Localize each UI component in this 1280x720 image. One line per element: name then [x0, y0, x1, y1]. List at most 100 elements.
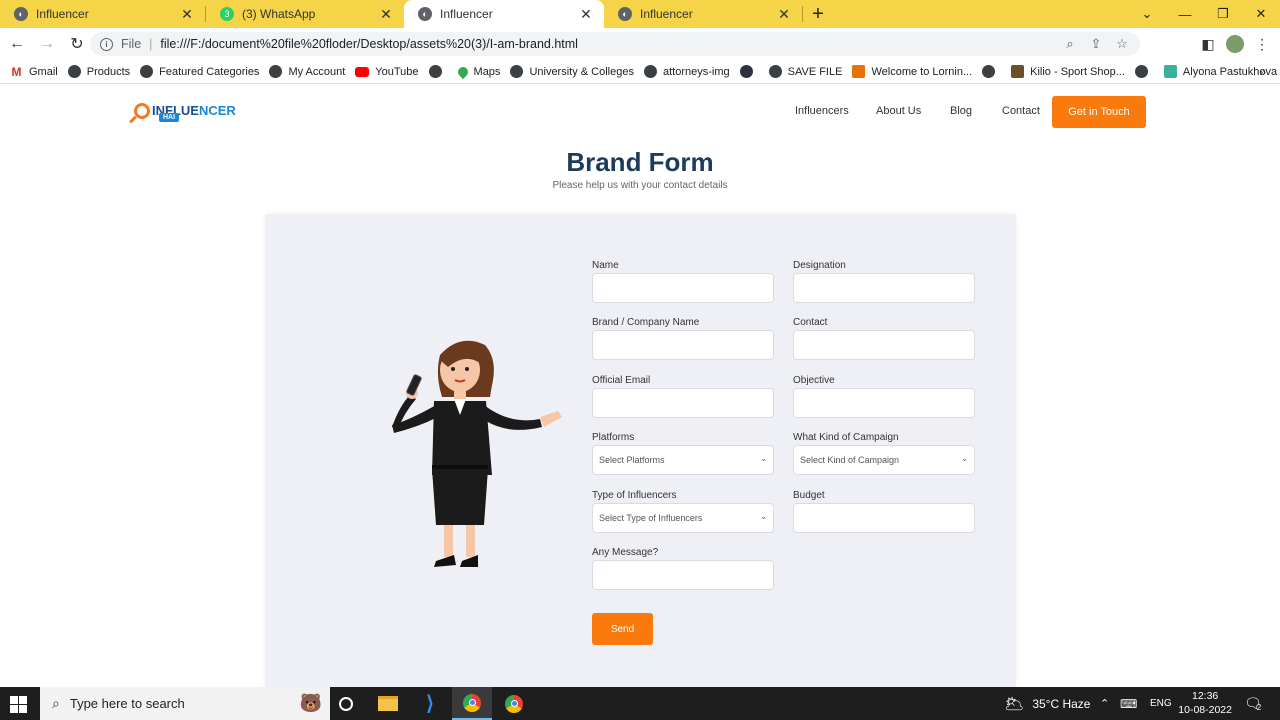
- globe-icon: [140, 65, 154, 78]
- notification-icon[interactable]: 🗨 2: [1244, 687, 1262, 720]
- businesswoman-illustration: [392, 340, 562, 567]
- bookmark-globe[interactable]: [428, 65, 448, 78]
- menu-icon[interactable]: ⋮: [1249, 28, 1275, 60]
- search-highlight-icon: 🐻: [299, 693, 322, 713]
- globe-icon: [269, 65, 283, 78]
- vscode-icon[interactable]: ⟩: [410, 687, 450, 720]
- bookmark-star-icon[interactable]: ☆: [1112, 32, 1132, 56]
- bookmark-label: Maps: [473, 65, 501, 78]
- budget-input[interactable]: [793, 503, 975, 533]
- bookmark-attorneys[interactable]: attorneys-img: [643, 65, 730, 78]
- weather-widget[interactable]: 🌥 35°C Haze: [1004, 687, 1090, 720]
- gmail-icon: M: [10, 64, 23, 79]
- chrome-profile-icon[interactable]: [494, 687, 534, 720]
- tray-overflow-icon[interactable]: ⌃: [1100, 687, 1109, 720]
- logo-text-b: NCER: [198, 103, 236, 118]
- tab-influencer-1[interactable]: ◐ Influencer ✕: [0, 0, 205, 28]
- bookmark-label: SAVE FILE: [787, 65, 843, 78]
- globe-icon: [643, 65, 657, 78]
- influencer-type-selected: Select Type of Influencers: [599, 513, 703, 523]
- bookmark-label: My Account: [288, 65, 346, 78]
- language-indicator[interactable]: ENG: [1150, 687, 1172, 720]
- designation-input[interactable]: [793, 273, 975, 303]
- site-icon: [1011, 65, 1025, 78]
- page-title: Brand Form: [566, 147, 714, 177]
- taskbar-search[interactable]: ⌕ Type here to search 🐻: [40, 687, 330, 720]
- info-icon[interactable]: i: [100, 37, 113, 51]
- tab-search-icon[interactable]: ⌄: [1128, 0, 1166, 28]
- restore-button[interactable]: ❐: [1204, 0, 1242, 28]
- close-icon[interactable]: ✕: [378, 6, 394, 23]
- nav-influencers[interactable]: Influencers: [795, 105, 849, 117]
- profile-avatar[interactable]: [1222, 28, 1248, 60]
- site-icon: [1163, 65, 1177, 78]
- bookmark-save-file[interactable]: SAVE FILE: [768, 65, 843, 78]
- name-input[interactable]: [592, 273, 774, 303]
- chrome-icon[interactable]: [452, 687, 492, 720]
- tab-influencer-3[interactable]: ◐ Influencer ✕: [604, 0, 802, 28]
- tab-title: Influencer: [440, 7, 493, 21]
- share-icon[interactable]: ⇪: [1086, 32, 1106, 56]
- url-text[interactable]: file:///F:/document%20file%20floder/Desk…: [160, 37, 578, 51]
- close-icon[interactable]: ✕: [776, 6, 792, 23]
- message-input[interactable]: [592, 560, 774, 590]
- bookmark-globe-2[interactable]: [982, 65, 1001, 78]
- bookmark-products[interactable]: Products: [67, 65, 130, 78]
- bookmark-app[interactable]: [739, 65, 759, 78]
- globe-icon: ◐: [618, 7, 632, 21]
- platforms-label: Platforms: [592, 432, 635, 443]
- bookmarks-overflow-icon[interactable]: »: [1259, 65, 1266, 79]
- globe-icon: [1134, 65, 1148, 78]
- contact-input[interactable]: [793, 330, 975, 360]
- zoom-icon[interactable]: ⌕: [1060, 32, 1080, 56]
- close-window-button[interactable]: ✕: [1242, 0, 1280, 28]
- sidebar-icon[interactable]: ◧: [1195, 28, 1221, 60]
- weather-text: 35°C Haze: [1032, 696, 1091, 711]
- globe-icon: [67, 65, 81, 78]
- web-page: INFLUENCER HAI Influencers About Us Blog…: [0, 85, 1280, 687]
- page-subtitle: Please help us with your contact details: [552, 180, 728, 191]
- get-in-touch-button[interactable]: Get in Touch: [1052, 96, 1146, 128]
- bookmark-kilio[interactable]: Kilio - Sport Shop...: [1011, 65, 1125, 78]
- clock[interactable]: 12:36 10-08-2022: [1178, 689, 1232, 717]
- close-icon[interactable]: ✕: [578, 6, 594, 23]
- site-logo[interactable]: INFLUENCER HAI: [134, 102, 236, 122]
- email-input[interactable]: [592, 388, 774, 418]
- objective-input[interactable]: [793, 388, 975, 418]
- objective-label: Objective: [793, 375, 835, 386]
- company-input[interactable]: [592, 330, 774, 360]
- campaign-selected: Select Kind of Campaign: [800, 455, 900, 465]
- tab-title: (3) WhatsApp: [242, 7, 316, 21]
- campaign-select[interactable]: Select Kind of Campaign ⌄: [793, 445, 975, 475]
- back-icon[interactable]: ←: [4, 31, 30, 57]
- bookmark-youtube[interactable]: YouTube: [355, 66, 419, 78]
- close-icon[interactable]: ✕: [179, 6, 195, 23]
- file-explorer-icon[interactable]: [368, 687, 408, 720]
- tab-whatsapp[interactable]: 3 (3) WhatsApp ✕: [206, 0, 404, 28]
- bookmark-maps[interactable]: Maps: [455, 64, 501, 79]
- new-tab-button[interactable]: +: [803, 0, 833, 28]
- windows-start-icon[interactable]: [10, 696, 27, 713]
- keyboard-icon[interactable]: ⌨: [1120, 687, 1137, 720]
- name-label: Name: [592, 260, 619, 271]
- nav-contact[interactable]: Contact: [1002, 105, 1040, 117]
- forward-icon[interactable]: →: [34, 31, 60, 57]
- address-bar[interactable]: i File | file:///F:/document%20file%20fl…: [90, 32, 1140, 56]
- cortana-icon[interactable]: [326, 687, 366, 720]
- reload-icon[interactable]: ↻: [64, 31, 90, 57]
- bookmark-globe-3[interactable]: [1134, 65, 1154, 78]
- tab-influencer-active[interactable]: ◐ Influencer ✕: [404, 0, 604, 28]
- minimize-button[interactable]: —: [1166, 0, 1204, 28]
- platforms-select[interactable]: Select Platforms ⌄: [592, 445, 774, 475]
- bookmark-featured-categories[interactable]: Featured Categories: [140, 65, 259, 78]
- send-button[interactable]: Send: [592, 613, 653, 645]
- bookmark-gmail[interactable]: M Gmail: [10, 64, 58, 79]
- bookmark-lornin[interactable]: Welcome to Lornin...: [852, 65, 972, 78]
- nav-about-us[interactable]: About Us: [876, 105, 921, 117]
- influencer-type-select[interactable]: Select Type of Influencers ⌄: [592, 503, 774, 533]
- nav-blog[interactable]: Blog: [950, 105, 972, 117]
- bookmark-university[interactable]: University & Colleges: [510, 65, 634, 78]
- bookmark-my-account[interactable]: My Account: [269, 65, 345, 78]
- globe-icon: [510, 65, 524, 78]
- globe-icon: [982, 65, 996, 78]
